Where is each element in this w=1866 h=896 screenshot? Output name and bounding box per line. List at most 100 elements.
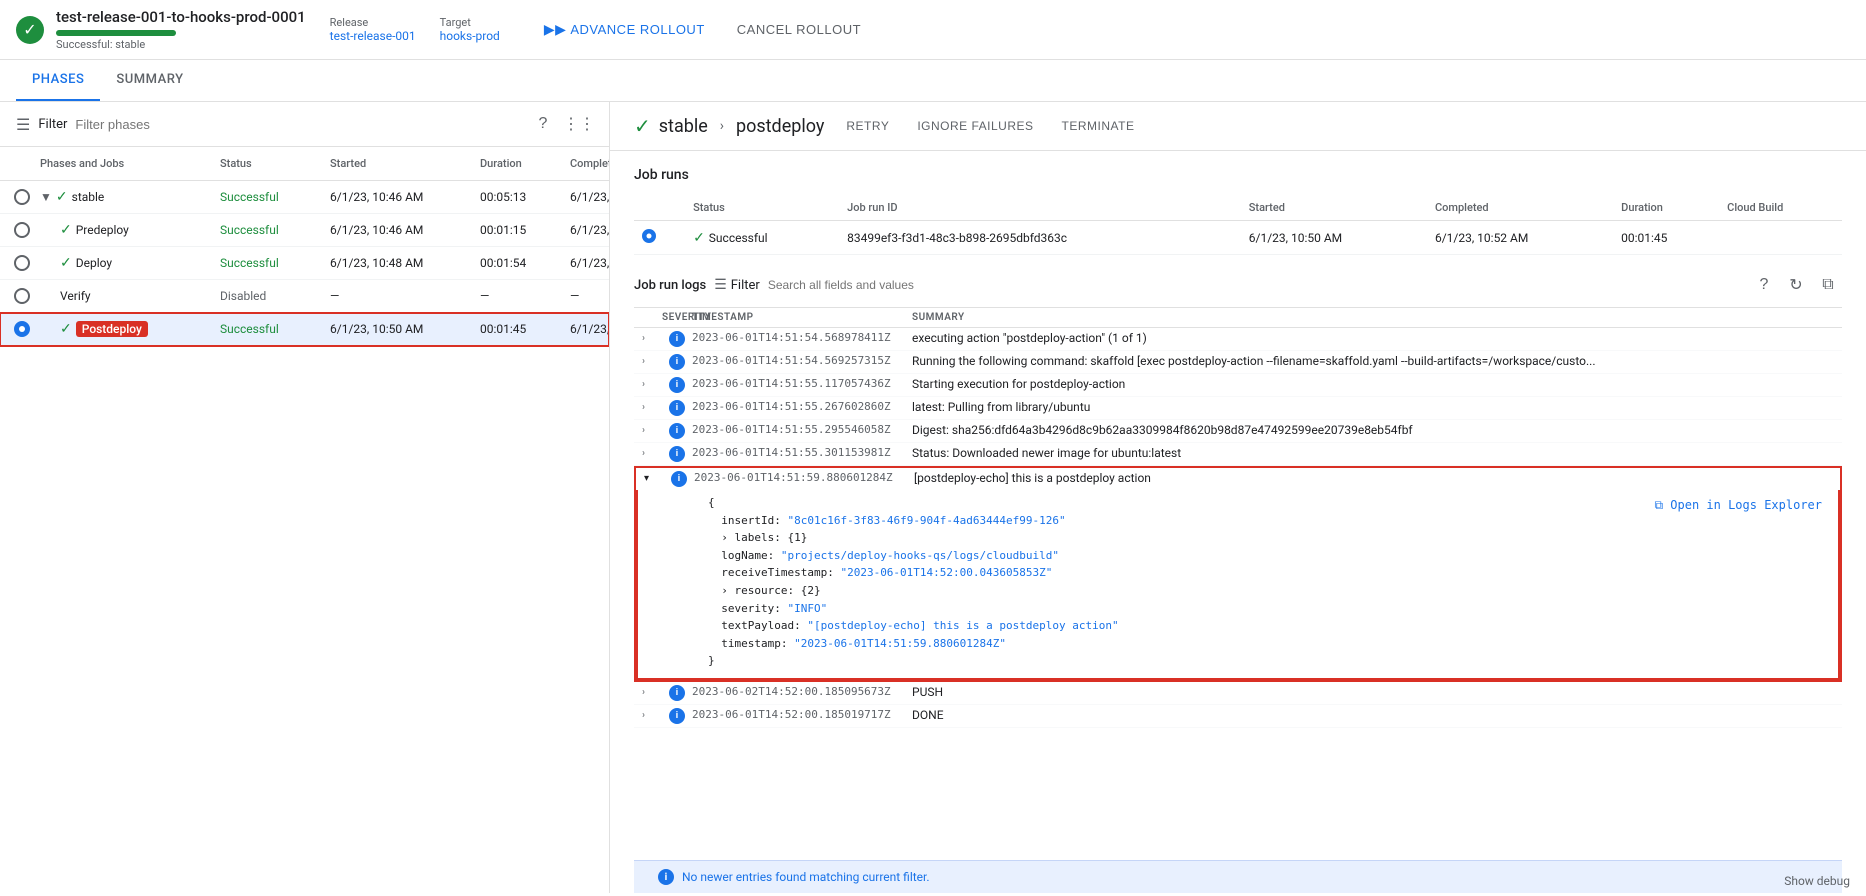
advance-rollout-button[interactable]: ▶▶ ADVANCE ROLLOUT: [532, 15, 717, 44]
expand-icon[interactable]: ›: [642, 331, 662, 344]
radio-stable[interactable]: [14, 189, 30, 205]
log-summary: PUSH: [912, 685, 1834, 699]
table-row-postdeploy[interactable]: ✓ Postdeploy Successful 6/1/23, 10:50 AM…: [0, 313, 609, 346]
logs-actions: ? ↻ ⧉: [1750, 271, 1842, 299]
phase-label: stable: [72, 190, 105, 204]
tab-phases[interactable]: PHASES: [16, 60, 100, 101]
radio-predeploy[interactable]: [14, 222, 30, 238]
log-row[interactable]: › i 2023-06-01T14:51:54.569257315Z Runni…: [634, 351, 1842, 374]
expand-icon[interactable]: ›: [642, 400, 662, 413]
filter-icon: ☰: [16, 115, 30, 134]
columns-button[interactable]: ⋮⋮: [565, 110, 593, 138]
log-row[interactable]: › i 2023-06-01T14:52:00.185019717Z DONE: [634, 705, 1842, 728]
col-started: Started: [326, 153, 476, 174]
labels-expand[interactable]: › labels: {1}: [721, 531, 807, 544]
external-link-icon: ⧉: [1654, 498, 1663, 512]
release-link[interactable]: test-release-001: [330, 29, 416, 43]
logs-search-input[interactable]: [768, 278, 1742, 292]
table-row[interactable]: Verify Disabled — — —: [0, 280, 609, 313]
logs-refresh-button[interactable]: ↻: [1782, 271, 1810, 299]
log-row[interactable]: › i 2023-06-01T14:51:55.267602860Z lates…: [634, 397, 1842, 420]
filter-text: Filter: [731, 278, 760, 293]
log-summary: executing action "postdeploy-action" (1 …: [912, 331, 1834, 345]
advance-icon: ▶▶: [544, 21, 567, 38]
log-timestamp: 2023-06-01T14:51:55.267602860Z: [692, 400, 912, 413]
show-debug-link[interactable]: Show debug: [1784, 874, 1850, 888]
expand-icon[interactable]: ▾: [644, 471, 664, 484]
resource-expand[interactable]: › resource: {2}: [721, 584, 820, 597]
radio-deploy[interactable]: [14, 255, 30, 271]
log-timestamp: 2023-06-01T14:51:54.568978411Z: [692, 331, 912, 344]
expand-icon[interactable]: ›: [642, 685, 662, 698]
open-logs-explorer-link[interactable]: ⧉ Open in Logs Explorer: [1654, 494, 1822, 517]
col-summary: SUMMARY: [912, 312, 1834, 323]
help-button[interactable]: ?: [529, 110, 557, 138]
release-info: test-release-001-to-hooks-prod-0001 Succ…: [56, 8, 306, 51]
row-phase-name: Verify: [56, 285, 216, 307]
radio-postdeploy[interactable]: [14, 321, 30, 337]
run-completed: 6/1/23, 10:52 AM: [1427, 221, 1613, 255]
log-row[interactable]: › i 2023-06-01T14:51:55.301153981Z Statu…: [634, 443, 1842, 466]
row-started: 6/1/23, 10:50 AM: [326, 318, 476, 340]
info-badge: i: [669, 377, 685, 393]
job-run-row[interactable]: ✓ Successful 83499ef3-f3d1-48c3-b898-269…: [634, 221, 1842, 255]
expand-icon[interactable]: ›: [642, 708, 662, 721]
col-expand: [642, 312, 662, 323]
ignore-failures-button[interactable]: IGNORE FAILURES: [907, 115, 1043, 137]
radio-verify[interactable]: [14, 288, 30, 304]
log-severity: i: [662, 354, 692, 370]
logs-filter-icon: ☰: [714, 277, 727, 293]
terminate-button[interactable]: TERMINATE: [1052, 115, 1145, 137]
expand-icon[interactable]: ›: [642, 446, 662, 459]
log-row[interactable]: › i 2023-06-01T14:51:55.295546058Z Diges…: [634, 420, 1842, 443]
target-link[interactable]: hooks-prod: [440, 29, 500, 43]
logs-external-button[interactable]: ⧉: [1814, 271, 1842, 299]
log-row[interactable]: › i 2023-06-01T14:51:55.117057436Z Start…: [634, 374, 1842, 397]
col-radio: [634, 195, 685, 221]
cancel-rollout-button[interactable]: CANCEL ROLLOUT: [725, 16, 873, 43]
col-completed: Completed: [566, 153, 609, 174]
log-row[interactable]: › i 2023-06-01T14:51:54.568978411Z execu…: [634, 328, 1842, 351]
info-badge: i: [669, 423, 685, 439]
expand-icon[interactable]: ›: [642, 377, 662, 390]
log-row-expanded[interactable]: ▾ i 2023-06-01T14:51:59.880601284Z [post…: [636, 468, 1840, 490]
col-timestamp: TIMESTAMP: [692, 312, 912, 323]
row-phase-name: ✓ Predeploy: [56, 218, 216, 242]
log-row[interactable]: › i 2023-06-02T14:52:00.185095673Z PUSH: [634, 682, 1842, 705]
header-meta: Release test-release-001 Target hooks-pr…: [330, 16, 500, 43]
filter-actions: ? ⋮⋮: [529, 110, 593, 138]
tab-summary[interactable]: SUMMARY: [100, 60, 199, 101]
expand-icon[interactable]: ›: [642, 354, 662, 367]
row-radio: [8, 185, 36, 209]
info-badge: i: [669, 331, 685, 347]
expand-icon[interactable]: ▼: [40, 190, 52, 204]
open-logs-label: Open in Logs Explorer: [1670, 498, 1822, 512]
expand-icon[interactable]: ›: [642, 423, 662, 436]
logs-help-button[interactable]: ?: [1750, 271, 1778, 299]
logs-section: Job run logs ☰ Filter ? ↻ ⧉ SEVERITY TIM…: [610, 263, 1866, 893]
row-phase-name: ✓ Deploy: [56, 251, 216, 275]
row-completed: 6/1/23, 10:52 AM: [566, 186, 609, 208]
job-label: Verify: [60, 289, 91, 303]
row-duration: 00:05:13: [476, 186, 566, 208]
row-started: 6/1/23, 10:46 AM: [326, 219, 476, 241]
retry-button[interactable]: RETRY: [836, 115, 899, 137]
job-check-icon: ✓: [60, 255, 72, 271]
table-row[interactable]: ✓ Deploy Successful 6/1/23, 10:48 AM 00:…: [0, 247, 609, 280]
row-completed: —: [566, 285, 609, 307]
logs-filter: ☰ Filter: [714, 277, 1742, 293]
run-radio[interactable]: [642, 229, 656, 243]
row-started: 6/1/23, 10:48 AM: [326, 252, 476, 274]
log-severity: i: [662, 685, 692, 701]
log-col-header: SEVERITY TIMESTAMP SUMMARY: [634, 308, 1842, 328]
table-row[interactable]: ▼ ✓ stable Successful 6/1/23, 10:46 AM 0…: [0, 181, 609, 214]
log-summary: DONE: [912, 708, 1834, 722]
col-status: Status: [216, 153, 326, 174]
log-summary: Starting execution for postdeploy-action: [912, 377, 1834, 391]
run-started: 6/1/23, 10:50 AM: [1241, 221, 1427, 255]
row-status: Successful: [216, 252, 326, 274]
log-detail-line: logName: "projects/deploy-hooks-qs/logs/…: [708, 547, 1830, 565]
job-runs-section: Job runs Status Job run ID Started Compl…: [610, 151, 1866, 263]
table-row[interactable]: ✓ Predeploy Successful 6/1/23, 10:46 AM …: [0, 214, 609, 247]
filter-input[interactable]: [75, 117, 521, 132]
